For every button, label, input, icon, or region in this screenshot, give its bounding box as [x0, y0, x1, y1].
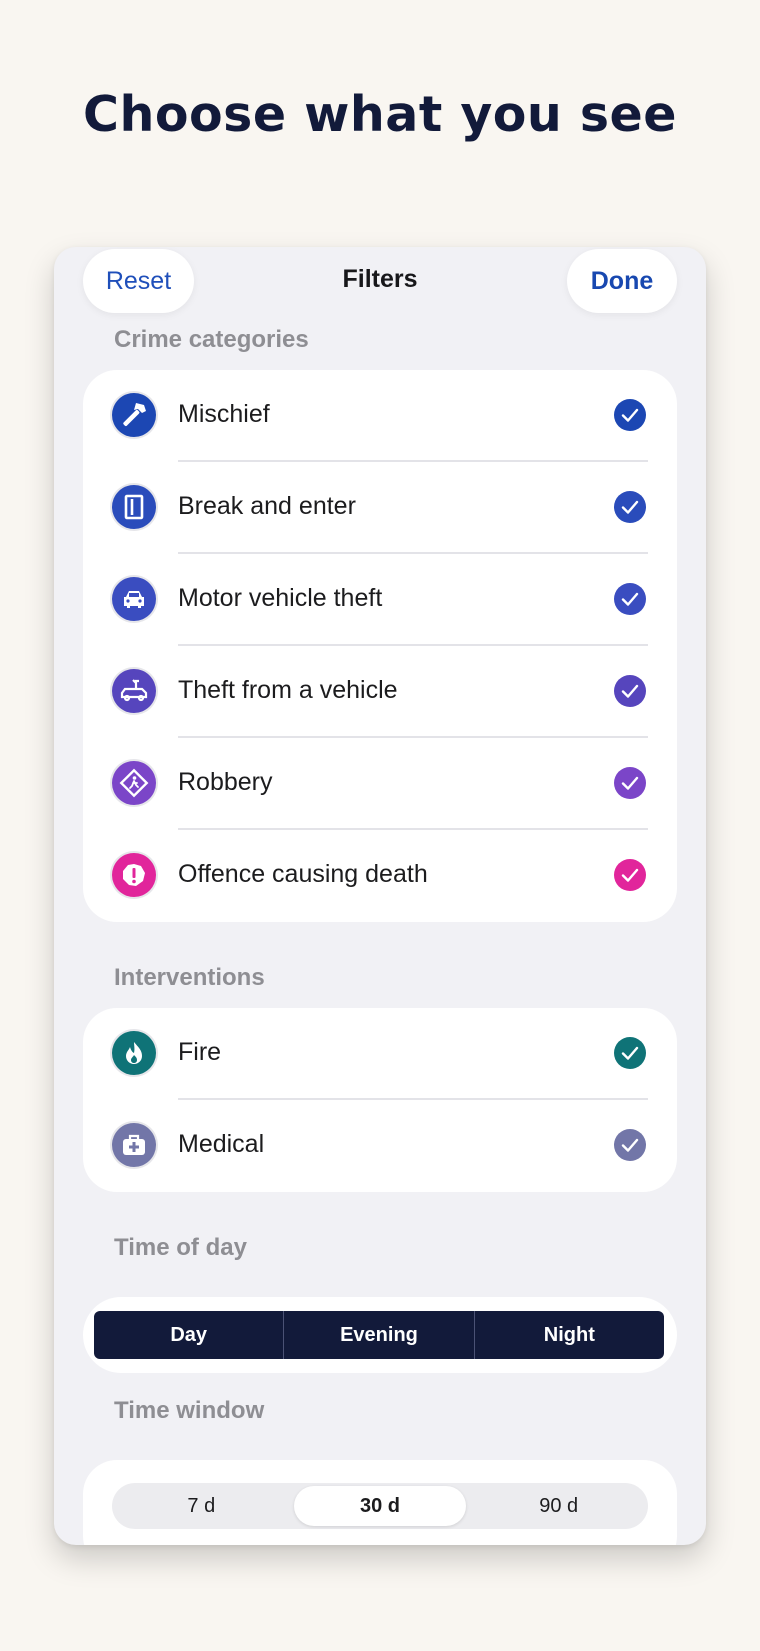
filter-row-theft-from-a-vehicle[interactable]: Theft from a vehicle: [83, 646, 677, 738]
filter-label: Theft from a vehicle: [178, 676, 398, 704]
checkmark-icon[interactable]: [614, 859, 646, 891]
headline: Choose what you see: [82, 86, 677, 143]
hammer-icon: [112, 393, 156, 437]
filter-row-fire[interactable]: Fire: [83, 1008, 677, 1100]
filter-label: Offence causing death: [178, 860, 428, 888]
checkmark-icon[interactable]: [614, 1037, 646, 1069]
filter-label: Robbery: [178, 768, 273, 796]
medical-kit-icon: [112, 1123, 156, 1167]
section-label-time-window: Time window: [114, 1397, 265, 1424]
filter-row-motor-vehicle-theft[interactable]: Motor vehicle theft: [83, 554, 677, 646]
section-label-time-of-day: Time of day: [114, 1234, 247, 1261]
crime-categories-card: Mischief Break and enter Motor vehicle t…: [83, 370, 677, 922]
person-diamond-icon: [112, 761, 156, 805]
filter-row-break-and-enter[interactable]: Break and enter: [83, 462, 677, 554]
filter-row-mischief[interactable]: Mischief: [83, 370, 677, 462]
done-button[interactable]: Done: [567, 249, 677, 313]
checkmark-icon[interactable]: [614, 675, 646, 707]
filter-row-medical[interactable]: Medical: [83, 1100, 677, 1192]
time-window-card: 7 d 30 d 90 d: [83, 1460, 677, 1545]
filter-label: Mischief: [178, 400, 270, 428]
section-label-interventions: Interventions: [114, 964, 265, 991]
filter-row-robbery[interactable]: Robbery: [83, 738, 677, 830]
filter-label: Fire: [178, 1038, 222, 1066]
segment-day[interactable]: Day: [94, 1311, 285, 1359]
time-of-day-card: Day Evening Night: [83, 1297, 677, 1373]
segment-evening[interactable]: Evening: [284, 1311, 475, 1359]
flame-icon: [112, 1031, 156, 1075]
alert-icon: [112, 853, 156, 897]
door-icon: [112, 485, 156, 529]
interventions-card: Fire Medical: [83, 1008, 677, 1192]
checkmark-icon[interactable]: [614, 491, 646, 523]
time-window-segmented-control: 7 d 30 d 90 d: [112, 1483, 648, 1529]
filters-sheet: Reset Filters Done Crime categories Misc…: [54, 247, 706, 1545]
filter-row-offence-causing-death[interactable]: Offence causing death: [83, 830, 677, 922]
filter-label: Break and enter: [178, 492, 356, 520]
segment-90d[interactable]: 90 d: [472, 1486, 645, 1526]
segment-7d[interactable]: 7 d: [115, 1486, 288, 1526]
filter-label: Medical: [178, 1130, 265, 1158]
checkmark-icon[interactable]: [614, 1129, 646, 1161]
checkmark-icon[interactable]: [614, 583, 646, 615]
section-label-crime: Crime categories: [114, 326, 309, 353]
checkmark-icon[interactable]: [614, 399, 646, 431]
car-arm-icon: [112, 669, 156, 713]
segment-30d[interactable]: 30 d: [293, 1486, 467, 1526]
checkmark-icon[interactable]: [614, 767, 646, 799]
car-icon: [112, 577, 156, 621]
segment-night[interactable]: Night: [475, 1311, 664, 1359]
filter-label: Motor vehicle theft: [178, 584, 383, 612]
time-of-day-segmented-control: Day Evening Night: [94, 1311, 664, 1359]
